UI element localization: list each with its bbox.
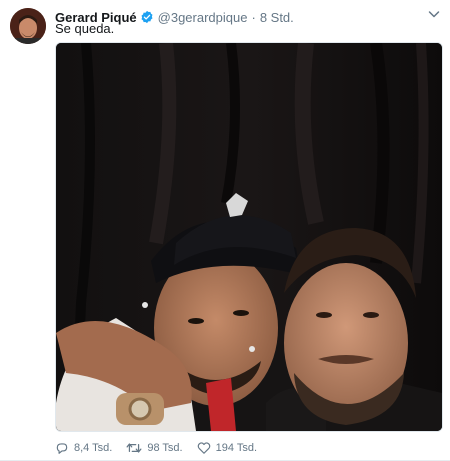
separator-dot: · bbox=[251, 9, 256, 25]
heart-icon bbox=[197, 442, 210, 454]
like-count: 194 Tsd. bbox=[215, 442, 257, 454]
chevron-down-icon[interactable] bbox=[426, 6, 442, 22]
reply-count: 8,4 Tsd. bbox=[74, 442, 113, 454]
reply-icon bbox=[56, 443, 68, 454]
tweet-card[interactable]: Gerard Piqué @3gerardpique · 8 Std. Se q… bbox=[0, 0, 450, 461]
tweet-photo[interactable] bbox=[55, 42, 443, 432]
verified-badge-icon bbox=[140, 10, 154, 24]
reply-button[interactable]: 8,4 Tsd. bbox=[55, 441, 112, 455]
author-handle[interactable]: @3gerardpique bbox=[158, 10, 248, 25]
retweet-count: 98 Tsd. bbox=[147, 442, 183, 454]
avatar[interactable] bbox=[10, 8, 46, 44]
timestamp[interactable]: 8 Std. bbox=[260, 10, 294, 25]
like-button[interactable]: 194 Tsd. bbox=[197, 441, 257, 455]
retweet-button[interactable]: 98 Tsd. bbox=[126, 441, 183, 455]
retweet-icon bbox=[126, 443, 142, 453]
tweet-actions: 8,4 Tsd. 98 Tsd. 194 Tsd. bbox=[55, 440, 271, 456]
tweet-text: Se queda. bbox=[55, 21, 115, 36]
